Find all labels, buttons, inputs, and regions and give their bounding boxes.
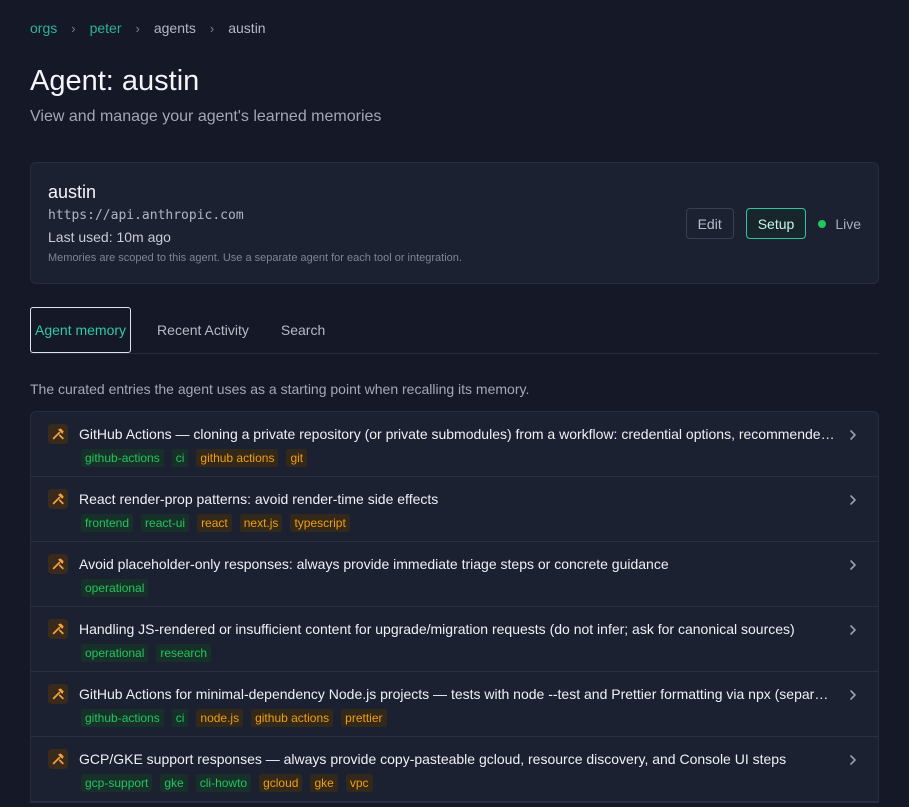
memory-list: GitHub Actions — cloning a private repos… bbox=[30, 411, 879, 803]
memory-tag: react-ui bbox=[141, 514, 190, 532]
memory-tag: vpc bbox=[345, 774, 373, 792]
breadcrumb: orgs › peter › agents › austin bbox=[30, 0, 879, 56]
setup-button[interactable]: Setup bbox=[745, 208, 807, 239]
chevron-right-icon bbox=[850, 625, 856, 635]
memory-tag: node.js bbox=[196, 709, 244, 727]
memory-tag: react bbox=[197, 514, 232, 532]
hammer-wrench-icon-svg bbox=[52, 623, 64, 635]
memory-tag: frontend bbox=[81, 514, 134, 532]
breadcrumb-peter[interactable]: peter bbox=[90, 20, 122, 36]
page-title: Agent: austin bbox=[30, 65, 200, 97]
memory-tag: github actions bbox=[251, 709, 334, 727]
chevron-right-icon bbox=[850, 495, 856, 505]
hammer-wrench-icon bbox=[48, 619, 68, 639]
tab-bar: Agent memory Recent Activity Search bbox=[30, 307, 879, 354]
memory-tag: next.js bbox=[239, 514, 283, 532]
memory-tags: github-actions ci node.js github actions pre… bbox=[81, 709, 395, 727]
chevron-right-icon: › bbox=[209, 20, 215, 36]
agent-scope-note: Memories are scoped to this agent. Use a… bbox=[48, 252, 462, 264]
memory-tag: gcloud bbox=[259, 774, 303, 792]
breadcrumb-austin: austin bbox=[228, 20, 266, 36]
memory-tag: gcp-support bbox=[81, 774, 153, 792]
agent-card: austin https://api.anthropic.com Last us… bbox=[30, 162, 879, 284]
memory-tags: gcp-support gke cli-howto gcloud gke vpc bbox=[81, 774, 381, 792]
tab-agent-memory[interactable]: Agent memory bbox=[30, 307, 132, 353]
memory-title: GitHub Actions for minimal-dependency No… bbox=[79, 686, 836, 702]
hammer-wrench-icon bbox=[48, 554, 68, 574]
memory-tag: github-actions bbox=[81, 709, 164, 727]
memory-item[interactable]: Avoid placeholder-only responses: always… bbox=[31, 542, 878, 607]
page: orgs › peter › agents › austin Agent: au… bbox=[0, 0, 909, 803]
memory-title: GitHub Actions — cloning a private repos… bbox=[79, 426, 836, 442]
memory-item[interactable]: GitHub Actions — cloning a private repos… bbox=[31, 412, 878, 477]
memory-tag: typescript bbox=[290, 514, 350, 532]
hammer-wrench-icon bbox=[48, 684, 68, 704]
memory-item[interactable]: Handling JS-rendered or insufficient con… bbox=[31, 607, 878, 672]
tab-search[interactable]: Search bbox=[265, 307, 341, 353]
memory-tags: github-actions ci github actions git bbox=[81, 449, 315, 467]
memory-tag: cli-howto bbox=[195, 774, 252, 792]
memory-tag: operational bbox=[81, 579, 149, 597]
memory-tag: research bbox=[156, 644, 212, 662]
chevron-right-icon bbox=[850, 755, 856, 765]
agent-name: austin bbox=[48, 182, 97, 202]
memory-tags: operational research bbox=[81, 644, 219, 662]
status-label: Live bbox=[835, 215, 861, 232]
memory-tag: git bbox=[286, 449, 308, 467]
memory-item[interactable]: GitHub Actions for minimal-dependency No… bbox=[31, 672, 878, 737]
memory-tags: operational bbox=[81, 579, 156, 597]
memory-title: GCP/GKE support responses — always provi… bbox=[79, 751, 787, 767]
hammer-wrench-icon bbox=[48, 489, 68, 509]
breadcrumb-orgs[interactable]: orgs bbox=[30, 20, 57, 36]
chevron-right-icon: › bbox=[71, 20, 76, 36]
memory-tag: gke bbox=[310, 774, 338, 792]
hammer-wrench-icon bbox=[48, 749, 68, 769]
memory-title: React render-prop patterns: avoid render… bbox=[79, 491, 439, 507]
hammer-wrench-icon-svg bbox=[52, 688, 64, 700]
memory-title: Handling JS-rendered or insufficient con… bbox=[79, 621, 795, 637]
memory-tag: ci bbox=[171, 709, 189, 727]
status-badge: Live bbox=[818, 216, 861, 232]
hammer-wrench-icon-svg bbox=[52, 558, 64, 570]
memory-title: Avoid placeholder-only responses: always… bbox=[79, 556, 669, 572]
memory-tag: gke bbox=[160, 774, 188, 792]
memory-item[interactable]: GCP/GKE support responses — always provi… bbox=[31, 737, 878, 802]
chevron-right-icon bbox=[850, 430, 856, 440]
memory-tag: ci bbox=[171, 449, 189, 467]
hammer-wrench-icon bbox=[48, 424, 68, 444]
memory-tag: prettier bbox=[341, 709, 387, 727]
page-subtitle: View and manage your agent's learned mem… bbox=[30, 108, 382, 125]
breadcrumb-agents: agents bbox=[153, 20, 196, 36]
status-dot-icon bbox=[818, 219, 827, 228]
memory-item[interactable]: React render-prop patterns: avoid render… bbox=[31, 477, 878, 542]
tab-recent-activity[interactable]: Recent Activity bbox=[141, 307, 265, 353]
edit-button[interactable]: Edit bbox=[685, 208, 734, 239]
memory-tag: operational bbox=[81, 644, 149, 662]
hammer-wrench-icon-svg bbox=[52, 493, 64, 505]
agent-actions: Edit Setup Live bbox=[685, 208, 861, 239]
chevron-right-icon bbox=[850, 690, 856, 700]
chevron-right-icon: › bbox=[135, 20, 140, 36]
hammer-wrench-icon-svg bbox=[52, 753, 64, 765]
memory-tag: github actions bbox=[196, 449, 279, 467]
memory-tags: frontend react-ui react next.js typescript bbox=[81, 514, 358, 532]
memory-tag: github-actions bbox=[81, 449, 164, 467]
tab-description: The curated entries the agent uses as a … bbox=[30, 381, 530, 397]
chevron-right-icon bbox=[850, 560, 856, 570]
hammer-wrench-icon-svg bbox=[52, 428, 64, 440]
